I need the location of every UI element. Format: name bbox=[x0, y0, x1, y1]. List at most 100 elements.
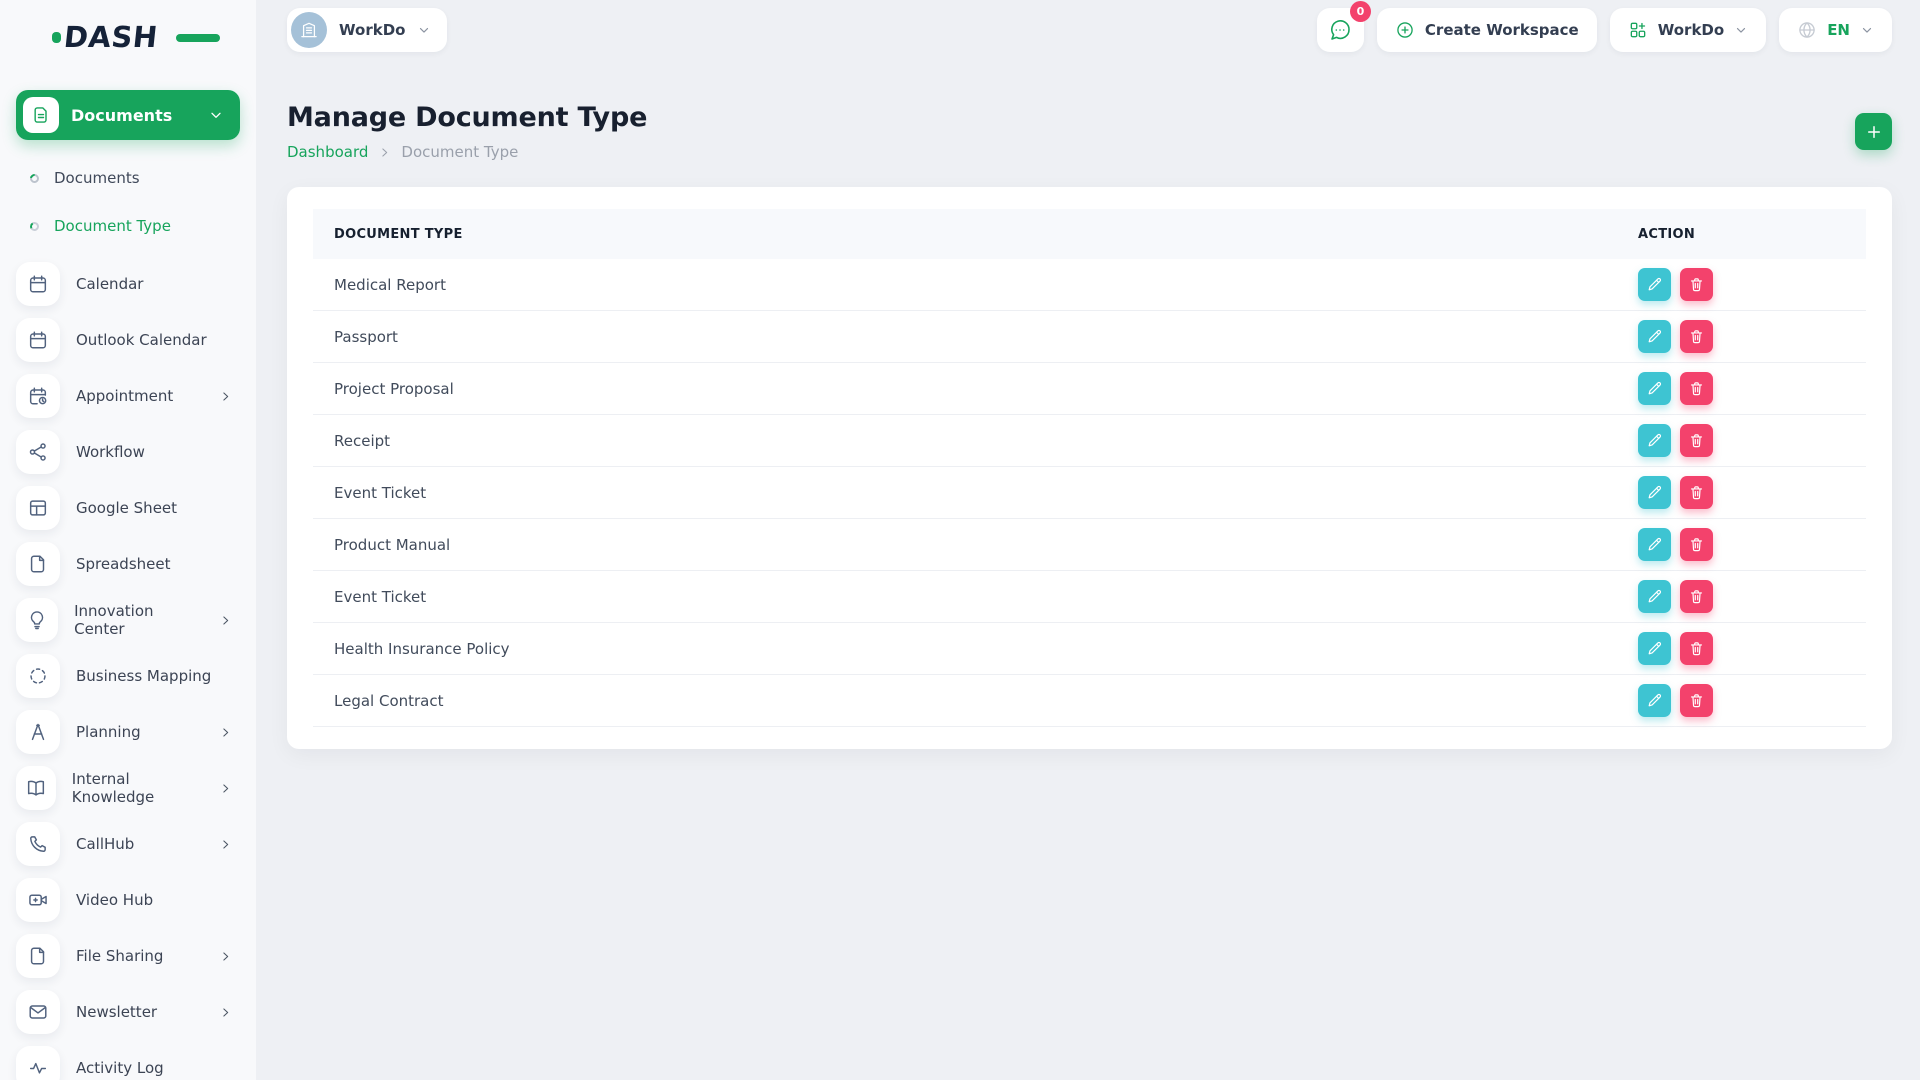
delete-button[interactable] bbox=[1680, 424, 1713, 457]
document-type-cell: Legal Contract bbox=[313, 692, 1626, 710]
sidebar-item-internal-knowledge[interactable]: Internal Knowledge bbox=[16, 766, 240, 810]
dash-logo[interactable]: DASH bbox=[52, 20, 202, 54]
edit-button[interactable] bbox=[1638, 268, 1671, 301]
sidebar-item-video-hub[interactable]: Video Hub bbox=[16, 878, 240, 922]
delete-button[interactable] bbox=[1680, 580, 1713, 613]
table-row: Legal Contract bbox=[313, 675, 1866, 727]
sidebar-item-label: Newsletter bbox=[76, 1003, 157, 1021]
edit-button[interactable] bbox=[1638, 684, 1671, 717]
sidebar-item-appointment[interactable]: Appointment bbox=[16, 374, 240, 418]
edit-button[interactable] bbox=[1638, 424, 1671, 457]
globe-icon bbox=[1797, 20, 1817, 40]
action-cell bbox=[1626, 320, 1866, 353]
sidebar-item-newsletter[interactable]: Newsletter bbox=[16, 990, 240, 1034]
calendar-clock-icon bbox=[16, 374, 60, 418]
chevron-right-icon bbox=[378, 146, 391, 159]
pencil-icon bbox=[1646, 588, 1663, 605]
delete-button[interactable] bbox=[1680, 528, 1713, 561]
document-type-cell: Project Proposal bbox=[313, 380, 1626, 398]
document-type-cell: Medical Report bbox=[313, 276, 1626, 294]
sidebar-item-business-mapping[interactable]: Business Mapping bbox=[16, 654, 240, 698]
phone-icon bbox=[16, 822, 60, 866]
sidebar-item-innovation-center[interactable]: Innovation Center bbox=[16, 598, 240, 642]
add-document-type-button[interactable] bbox=[1855, 113, 1892, 150]
table-row: Event Ticket bbox=[313, 571, 1866, 623]
action-cell bbox=[1626, 528, 1866, 561]
edit-button[interactable] bbox=[1638, 580, 1671, 613]
action-cell bbox=[1626, 632, 1866, 665]
page-header: Manage Document Type Dashboard Document … bbox=[287, 102, 1892, 161]
edit-button[interactable] bbox=[1638, 528, 1671, 561]
sidebar-group-documents[interactable]: Documents bbox=[16, 90, 240, 140]
action-cell bbox=[1626, 424, 1866, 457]
sidebar-item-workflow[interactable]: Workflow bbox=[16, 430, 240, 474]
edit-button[interactable] bbox=[1638, 632, 1671, 665]
column-header-document-type: DOCUMENT TYPE bbox=[313, 227, 1626, 242]
edit-button[interactable] bbox=[1638, 320, 1671, 353]
workspace-switcher[interactable]: WorkDo bbox=[287, 8, 447, 52]
document-type-cell: Event Ticket bbox=[313, 484, 1626, 502]
submenu-bullet-icon bbox=[29, 220, 40, 231]
delete-button[interactable] bbox=[1680, 684, 1713, 717]
sidebar-item-file-sharing[interactable]: File Sharing bbox=[16, 934, 240, 978]
sidebar-item-label: Activity Log bbox=[76, 1059, 164, 1077]
submenu-bullet-icon bbox=[28, 172, 41, 185]
messages-button[interactable]: 0 bbox=[1317, 8, 1364, 52]
table-icon bbox=[16, 486, 60, 530]
sidebar-item-outlook-calendar[interactable]: Outlook Calendar bbox=[16, 318, 240, 362]
edit-button[interactable] bbox=[1638, 476, 1671, 509]
document-type-card: DOCUMENT TYPE ACTION Medical Report Pass… bbox=[287, 187, 1892, 749]
book-icon bbox=[16, 766, 56, 810]
language-label: EN bbox=[1827, 21, 1850, 39]
action-cell bbox=[1626, 580, 1866, 613]
delete-button[interactable] bbox=[1680, 268, 1713, 301]
sidebar-item-activity-log[interactable]: Activity Log bbox=[16, 1046, 240, 1080]
sidebar-item-document-type[interactable]: Document Type bbox=[30, 202, 240, 250]
logo-text: DASH bbox=[62, 20, 159, 54]
sidebar-item-spreadsheet[interactable]: Spreadsheet bbox=[16, 542, 240, 586]
sidebar-group-label: Documents bbox=[71, 106, 172, 125]
calendar-icon bbox=[16, 262, 60, 306]
sidebar-item-label: Business Mapping bbox=[76, 667, 211, 685]
language-selector[interactable]: EN bbox=[1779, 8, 1892, 52]
table-row: Medical Report bbox=[313, 259, 1866, 311]
main-area: WorkDo 0 Create Workspace bbox=[256, 0, 1920, 1080]
action-cell bbox=[1626, 476, 1866, 509]
plus-circle-icon bbox=[1395, 20, 1415, 40]
edit-button[interactable] bbox=[1638, 372, 1671, 405]
file-icon bbox=[16, 542, 60, 586]
pencil-icon bbox=[1646, 432, 1663, 449]
dashed-circle-icon bbox=[16, 654, 60, 698]
delete-button[interactable] bbox=[1680, 372, 1713, 405]
create-workspace-button[interactable]: Create Workspace bbox=[1377, 8, 1597, 52]
file-icon bbox=[16, 934, 60, 978]
sidebar-nav: Documents Documents Document Type Calend… bbox=[0, 54, 256, 1080]
pencil-icon bbox=[1646, 276, 1663, 293]
sidebar-item-google-sheet[interactable]: Google Sheet bbox=[16, 486, 240, 530]
breadcrumb-dashboard-link[interactable]: Dashboard bbox=[287, 143, 368, 161]
table-row: Health Insurance Policy bbox=[313, 623, 1866, 675]
pencil-icon bbox=[1646, 640, 1663, 657]
sidebar-item-documents[interactable]: Documents bbox=[30, 154, 240, 202]
document-type-cell: Passport bbox=[313, 328, 1626, 346]
breadcrumb-current: Document Type bbox=[401, 143, 518, 161]
delete-button[interactable] bbox=[1680, 320, 1713, 353]
document-type-cell: Receipt bbox=[313, 432, 1626, 450]
trash-icon bbox=[1688, 536, 1705, 553]
delete-button[interactable] bbox=[1680, 476, 1713, 509]
action-cell bbox=[1626, 372, 1866, 405]
documents-submenu: Documents Document Type bbox=[16, 140, 240, 252]
submenu-label: Documents bbox=[54, 169, 140, 187]
sidebar-item-planning[interactable]: Planning bbox=[16, 710, 240, 754]
sidebar-item-label: Innovation Center bbox=[74, 602, 203, 638]
document-type-cell: Product Manual bbox=[313, 536, 1626, 554]
table-row: Event Ticket bbox=[313, 467, 1866, 519]
page-title: Manage Document Type bbox=[287, 102, 647, 133]
chevron-right-icon bbox=[219, 726, 232, 739]
sidebar-item-calendar[interactable]: Calendar bbox=[16, 262, 240, 306]
delete-button[interactable] bbox=[1680, 632, 1713, 665]
workspace-menu[interactable]: WorkDo bbox=[1610, 8, 1766, 52]
lightbulb-icon bbox=[16, 598, 58, 642]
app-root: DASH Documents Documents bbox=[0, 0, 1920, 1080]
sidebar-item-callhub[interactable]: CallHub bbox=[16, 822, 240, 866]
